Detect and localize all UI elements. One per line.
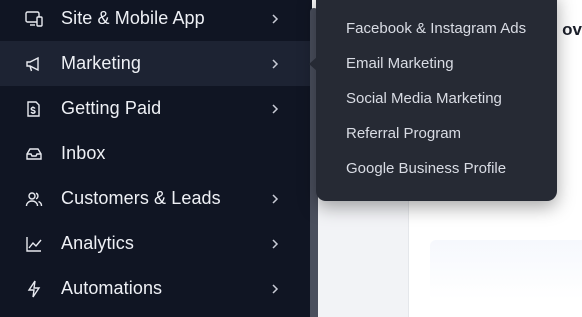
lightning-icon [24, 279, 44, 299]
submenu-item-facebook-instagram-ads[interactable]: Facebook & Instagram Ads [346, 17, 526, 41]
sidebar-item-marketing[interactable]: Marketing [0, 41, 310, 86]
chevron-right-icon [268, 192, 282, 206]
submenu-item-google-business-profile[interactable]: Google Business Profile [346, 157, 506, 181]
submenu-item-referral-program[interactable]: Referral Program [346, 122, 461, 146]
content-banner [430, 240, 582, 300]
chevron-right-icon [268, 102, 282, 116]
sidebar-item-inbox[interactable]: Inbox [0, 131, 310, 176]
payment-icon [24, 99, 44, 119]
chevron-right-icon [268, 237, 282, 251]
submenu-item-social-media-marketing[interactable]: Social Media Marketing [346, 87, 502, 111]
submenu-item-email-marketing[interactable]: Email Marketing [346, 52, 454, 76]
chevron-right-icon [268, 12, 282, 26]
sidebar-item-getting-paid[interactable]: Getting Paid [0, 86, 310, 131]
customers-icon [24, 189, 44, 209]
sidebar-item-label: Getting Paid [61, 98, 162, 118]
sidebar-item-automations[interactable]: Automations [0, 266, 310, 311]
chevron-right-icon [268, 282, 282, 296]
site-mobile-icon [24, 9, 44, 29]
submenu-pointer [309, 57, 317, 71]
inbox-icon [24, 144, 44, 164]
sidebar-item-analytics[interactable]: Analytics [0, 221, 310, 266]
sidebar-item-label: Customers & Leads [61, 188, 221, 208]
sidebar-item-site-mobile-app[interactable]: Site & Mobile App [0, 0, 310, 41]
sidebar-item-customers-leads[interactable]: Customers & Leads [0, 176, 310, 221]
chevron-right-icon [268, 57, 282, 71]
analytics-icon [24, 234, 44, 254]
sidebar-item-label: Site & Mobile App [61, 8, 205, 28]
megaphone-icon [24, 54, 44, 74]
sidebar-item-label: Inbox [61, 143, 106, 163]
sidebar-item-label: Automations [61, 278, 163, 298]
sidebar-item-label: Analytics [61, 233, 134, 253]
dashboard-screen: e ov Site & Mobile App Marketing Getting… [0, 0, 582, 317]
sidebar: Site & Mobile App Marketing Getting Paid… [0, 0, 312, 317]
sidebar-item-label: Marketing [61, 53, 141, 73]
